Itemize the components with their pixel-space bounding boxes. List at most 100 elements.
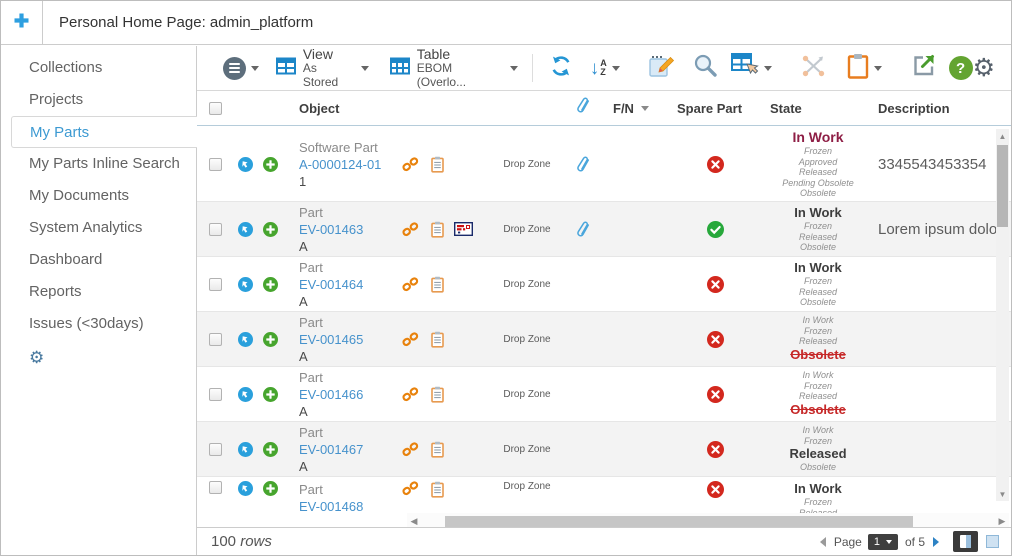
clipboard-icon[interactable] — [431, 386, 444, 403]
column-header-description[interactable]: Description — [874, 101, 999, 116]
navigate-icon[interactable] — [238, 332, 253, 347]
view-dropdown-button[interactable]: View As Stored — [276, 46, 369, 90]
column-header-state[interactable]: State — [762, 101, 874, 116]
compact-view-toggle-button[interactable] — [986, 535, 999, 548]
settings-gear-icon[interactable]: ⚙ — [973, 56, 995, 81]
link-chain-icon[interactable] — [402, 442, 419, 457]
column-header-object[interactable]: Object — [283, 101, 395, 116]
menu-button[interactable] — [223, 57, 259, 80]
sidebar-item-my-parts-inline-search[interactable]: My Parts Inline Search — [1, 148, 196, 180]
navigate-icon[interactable] — [238, 481, 253, 496]
scroll-down-arrow[interactable]: ▼ — [996, 487, 1009, 501]
drop-zone[interactable]: Drop Zone — [477, 279, 577, 290]
vertical-scrollbar-thumb[interactable] — [997, 145, 1008, 227]
row-checkbox[interactable] — [209, 481, 222, 494]
navigate-icon[interactable] — [238, 157, 253, 172]
drop-zone[interactable]: Drop Zone — [477, 224, 577, 235]
link-chain-icon[interactable] — [402, 387, 419, 402]
scroll-up-arrow[interactable]: ▲ — [996, 129, 1009, 143]
object-link[interactable]: EV-001465 — [299, 332, 363, 347]
table-select-button[interactable] — [731, 52, 772, 84]
add-icon[interactable] — [263, 387, 278, 402]
drop-zone[interactable]: Drop Zone — [477, 444, 577, 455]
state-other-label: Released — [762, 391, 874, 402]
row-checkbox[interactable] — [209, 278, 222, 291]
link-chain-icon[interactable] — [402, 332, 419, 347]
select-all-checkbox[interactable] — [209, 102, 222, 115]
clipboard-icon[interactable] — [431, 276, 444, 293]
sidebar-item-projects[interactable]: Projects — [1, 84, 196, 116]
column-header-fn[interactable]: F/N — [613, 101, 677, 116]
sidebar-item-dashboard[interactable]: Dashboard — [1, 244, 196, 276]
add-icon[interactable] — [263, 332, 278, 347]
row-checkbox[interactable] — [209, 158, 222, 171]
navigate-icon[interactable] — [238, 442, 253, 457]
row-checkbox[interactable] — [209, 443, 222, 456]
search-button[interactable] — [692, 53, 718, 84]
sidebar-item-issues-30days[interactable]: Issues (<30days) — [1, 308, 196, 340]
add-tab-button[interactable] — [1, 1, 43, 44]
scroll-left-arrow[interactable]: ◀ — [407, 516, 421, 527]
link-chain-icon[interactable] — [402, 277, 419, 292]
sidebar-item-my-parts[interactable]: My Parts — [11, 116, 197, 148]
object-link[interactable]: EV-001463 — [299, 222, 363, 237]
next-page-arrow[interactable] — [933, 537, 939, 547]
row-checkbox[interactable] — [209, 333, 222, 346]
scroll-right-arrow[interactable]: ▶ — [995, 516, 1009, 527]
add-icon[interactable] — [263, 222, 278, 237]
pagination: Page 1 of 5 — [820, 531, 999, 552]
full-view-toggle-button[interactable] — [953, 531, 978, 552]
object-link[interactable]: EV-001468 — [299, 499, 363, 513]
link-chain-icon[interactable] — [402, 481, 419, 496]
drop-zone[interactable]: Drop Zone — [477, 334, 577, 345]
sidebar-item-system-analytics[interactable]: System Analytics — [1, 212, 196, 244]
page-number-select[interactable]: 1 — [868, 534, 898, 550]
sort-button[interactable]: ↓ AZ — [590, 59, 620, 78]
navigate-icon[interactable] — [238, 222, 253, 237]
row-count: 100 rows — [211, 533, 272, 550]
add-icon[interactable] — [263, 157, 278, 172]
object-link[interactable]: EV-001466 — [299, 387, 363, 402]
clipboard-icon[interactable] — [431, 481, 444, 498]
sidebar-item-reports[interactable]: Reports — [1, 276, 196, 308]
link-chain-icon[interactable] — [402, 157, 419, 172]
attachment-icon[interactable] — [577, 156, 591, 173]
broken-image-icon[interactable] — [454, 222, 473, 236]
clipboard-icon[interactable] — [431, 441, 444, 458]
drop-zone[interactable]: Drop Zone — [477, 389, 577, 400]
previous-page-arrow[interactable] — [820, 537, 826, 547]
column-header-spare-part[interactable]: Spare Part — [677, 101, 762, 116]
clipboard-button[interactable] — [847, 53, 882, 84]
vertical-scrollbar[interactable]: ▲ ▼ — [996, 129, 1009, 501]
sidebar-item-collections[interactable]: Collections — [1, 52, 196, 84]
add-icon[interactable] — [263, 442, 278, 457]
clipboard-icon[interactable] — [431, 221, 444, 238]
add-icon[interactable] — [263, 277, 278, 292]
clipboard-icon[interactable] — [431, 156, 444, 173]
drop-zone[interactable]: Drop Zone — [477, 159, 577, 170]
table-dropdown-button[interactable]: Table EBOM (Overlo... — [390, 46, 518, 90]
navigate-icon[interactable] — [238, 387, 253, 402]
sidebar-gear-icon[interactable]: ⚙ — [29, 349, 196, 366]
horizontal-scrollbar-thumb[interactable] — [445, 516, 913, 527]
row-checkbox[interactable] — [209, 388, 222, 401]
refresh-button[interactable] — [549, 54, 573, 83]
object-link[interactable]: EV-001464 — [299, 277, 363, 292]
drop-zone[interactable]: Drop Zone — [477, 481, 577, 492]
attachment-column-icon[interactable] — [577, 97, 591, 119]
open-external-button[interactable] — [911, 53, 936, 83]
spare-part-no-icon — [707, 331, 724, 348]
add-icon[interactable] — [263, 481, 278, 496]
object-link[interactable]: EV-001467 — [299, 442, 363, 457]
attachment-icon[interactable] — [577, 221, 591, 238]
help-button[interactable]: ? — [949, 56, 973, 80]
row-checkbox[interactable] — [209, 223, 222, 236]
page-label: Page — [834, 535, 862, 549]
edit-button[interactable] — [648, 53, 675, 84]
link-chain-icon[interactable] — [402, 222, 419, 237]
object-link[interactable]: A-0000124-01 — [299, 157, 381, 172]
sidebar-item-my-documents[interactable]: My Documents — [1, 180, 196, 212]
clipboard-icon[interactable] — [431, 331, 444, 348]
navigate-icon[interactable] — [238, 277, 253, 292]
cross-links-button[interactable] — [800, 53, 827, 84]
